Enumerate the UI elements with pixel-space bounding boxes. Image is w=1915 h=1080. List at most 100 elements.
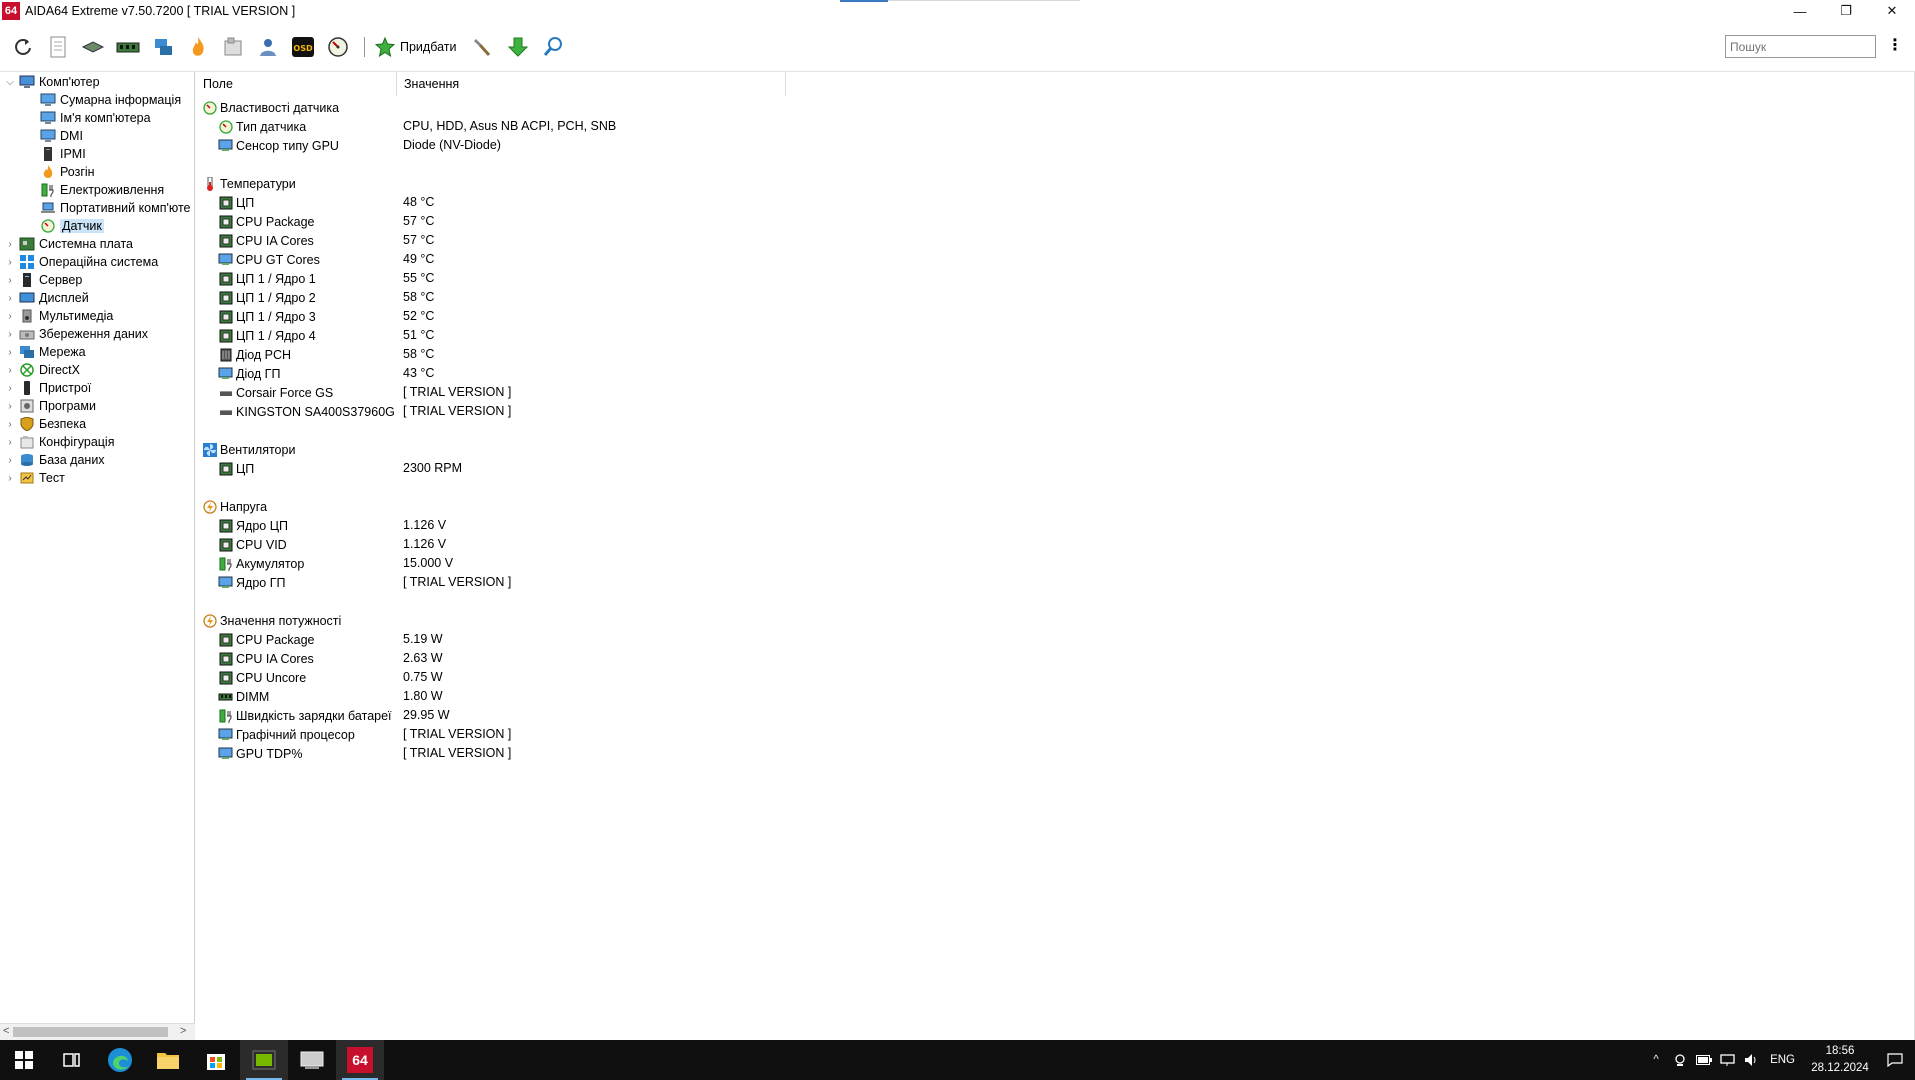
table-row[interactable]: ЦП 1 / Ядро 4 <box>218 326 316 345</box>
group-header[interactable]: Вентилятори <box>202 440 295 459</box>
tree-item[interactable]: Електроживлення <box>26 181 164 199</box>
table-row[interactable]: CPU Uncore <box>218 668 306 687</box>
tree-horizontal-scrollbar[interactable]: < > <box>0 1023 195 1040</box>
table-row[interactable]: Графічний процесор <box>218 725 355 744</box>
tree-item[interactable]: › Мережа <box>5 343 85 361</box>
tree-item[interactable]: › Тест <box>5 469 65 487</box>
network-status-icon[interactable] <box>1716 1053 1740 1067</box>
table-row[interactable]: DIMM <box>218 687 269 706</box>
volume-icon[interactable] <box>1740 1053 1764 1067</box>
tree-item[interactable]: › Сервер <box>5 271 82 289</box>
notifications-icon[interactable] <box>1875 1053 1915 1067</box>
table-row[interactable]: ЦП 1 / Ядро 1 <box>218 269 316 288</box>
chevron-right-icon[interactable]: › <box>5 275 15 286</box>
chevron-right-icon[interactable]: › <box>5 239 15 250</box>
tree-item[interactable]: › Системна плата <box>5 235 133 253</box>
group-header[interactable]: Значення потужності <box>202 611 341 630</box>
table-row[interactable]: CPU IA Cores <box>218 231 314 250</box>
group-header[interactable]: Температури <box>202 174 296 193</box>
input-language[interactable]: ENG <box>1770 1054 1795 1066</box>
table-row[interactable]: ЦП <box>218 193 254 212</box>
close-button[interactable]: ✕ <box>1869 0 1915 22</box>
chevron-right-icon[interactable]: › <box>5 293 15 304</box>
chevron-right-icon[interactable]: › <box>5 347 15 358</box>
scroll-left-arrow-icon[interactable]: < <box>3 1025 9 1037</box>
chevron-right-icon[interactable]: › <box>5 401 15 412</box>
network-icon[interactable] <box>150 34 176 60</box>
scrollbar-thumb[interactable] <box>13 1027 168 1037</box>
chevron-right-icon[interactable]: › <box>5 329 15 340</box>
tree-item[interactable]: › Дисплей <box>5 289 88 307</box>
start-button[interactable] <box>0 1040 48 1080</box>
table-row[interactable]: Ядро ЦП <box>218 516 288 535</box>
gauge-icon[interactable] <box>325 34 351 60</box>
minimize-button[interactable]: — <box>1777 0 1823 22</box>
search-icon[interactable] <box>540 34 566 60</box>
tree-item[interactable]: › Операційна система <box>5 253 158 271</box>
table-row[interactable]: KINGSTON SA400S37960G <box>218 402 395 421</box>
tools-icon[interactable] <box>470 34 496 60</box>
chevron-down-icon[interactable]: ⌵ <box>5 77 15 88</box>
table-row[interactable]: CPU Package <box>218 630 315 649</box>
column-header-field[interactable]: Поле <box>196 72 397 96</box>
taskbar-file-explorer[interactable] <box>144 1040 192 1080</box>
buy-button[interactable]: Придбати <box>375 36 456 57</box>
tree-item[interactable]: IPMI <box>26 145 86 163</box>
table-row[interactable]: CPU VID <box>218 535 287 554</box>
table-row[interactable]: Сенсор типу GPU <box>218 136 339 155</box>
download-arrow-icon[interactable] <box>505 34 531 60</box>
tree-item[interactable]: › DirectX <box>5 361 80 379</box>
group-header[interactable]: Напруга <box>202 497 267 516</box>
group-header[interactable]: Властивості датчика <box>202 98 339 117</box>
taskbar-app-generic[interactable] <box>288 1040 336 1080</box>
tree-item[interactable]: › Програми <box>5 397 96 415</box>
taskbar-edge[interactable] <box>96 1040 144 1080</box>
table-row[interactable]: ЦП 1 / Ядро 3 <box>218 307 316 326</box>
restore-button[interactable]: ❐ <box>1823 0 1869 22</box>
chevron-right-icon[interactable]: › <box>5 419 15 430</box>
chevron-right-icon[interactable]: › <box>5 383 15 394</box>
chevron-right-icon[interactable]: › <box>5 257 15 268</box>
tree-item[interactable]: › Збереження даних <box>5 325 148 343</box>
config-icon[interactable] <box>220 34 246 60</box>
show-hidden-icons-icon[interactable]: ^ <box>1644 1054 1668 1066</box>
taskbar-store[interactable] <box>192 1040 240 1080</box>
tree-item[interactable]: Ім'я комп'ютера <box>26 109 151 127</box>
user-icon[interactable] <box>255 34 281 60</box>
table-row[interactable]: GPU TDP% <box>218 744 302 763</box>
tree-item[interactable]: › Мультимедіа <box>5 307 113 325</box>
tree-item[interactable]: Розгін <box>26 163 95 181</box>
tree-item[interactable]: Датчик <box>26 217 104 235</box>
tree-item[interactable]: ⌵ Комп'ютер <box>5 73 99 91</box>
flame-icon[interactable] <box>185 34 211 60</box>
table-row[interactable]: Швидкість зарядки батареї <box>218 706 392 725</box>
taskbar-clock[interactable]: 18:56 28.12.2024 <box>1805 1043 1875 1077</box>
ram-icon[interactable] <box>115 34 141 60</box>
table-row[interactable]: ЦП <box>218 459 254 478</box>
table-row[interactable]: CPU IA Cores <box>218 649 314 668</box>
chevron-right-icon[interactable]: › <box>5 437 15 448</box>
taskbar-aida64[interactable]: 64 <box>336 1040 384 1080</box>
motherboard-icon[interactable] <box>80 34 106 60</box>
scroll-right-arrow-icon[interactable]: > <box>180 1025 186 1037</box>
column-header-value[interactable]: Значення <box>397 72 786 96</box>
tree-item[interactable]: Портативний комп'юте <box>26 199 191 217</box>
table-row[interactable]: CPU GT Cores <box>218 250 320 269</box>
search-input[interactable] <box>1725 35 1876 58</box>
osd-icon[interactable]: OSD <box>290 34 316 60</box>
chevron-right-icon[interactable]: › <box>5 473 15 484</box>
tree-item[interactable]: DMI <box>26 127 83 145</box>
table-row[interactable]: Ядро ГП <box>218 573 285 592</box>
table-row[interactable]: Діод ГП <box>218 364 280 383</box>
table-row[interactable]: Тип датчика <box>218 117 306 136</box>
chevron-right-icon[interactable]: › <box>5 365 15 376</box>
table-row[interactable]: Акумулятор <box>218 554 304 573</box>
battery-icon[interactable] <box>1692 1055 1716 1065</box>
table-row[interactable]: ЦП 1 / Ядро 2 <box>218 288 316 307</box>
tree-item[interactable]: › База даних <box>5 451 104 469</box>
more-options-button[interactable]: ⋮ <box>1887 36 1903 56</box>
table-row[interactable]: Діод PCH <box>218 345 291 364</box>
refresh-icon[interactable] <box>10 34 36 60</box>
tree-item[interactable]: › Безпека <box>5 415 86 433</box>
tree-item[interactable]: › Конфігурація <box>5 433 114 451</box>
